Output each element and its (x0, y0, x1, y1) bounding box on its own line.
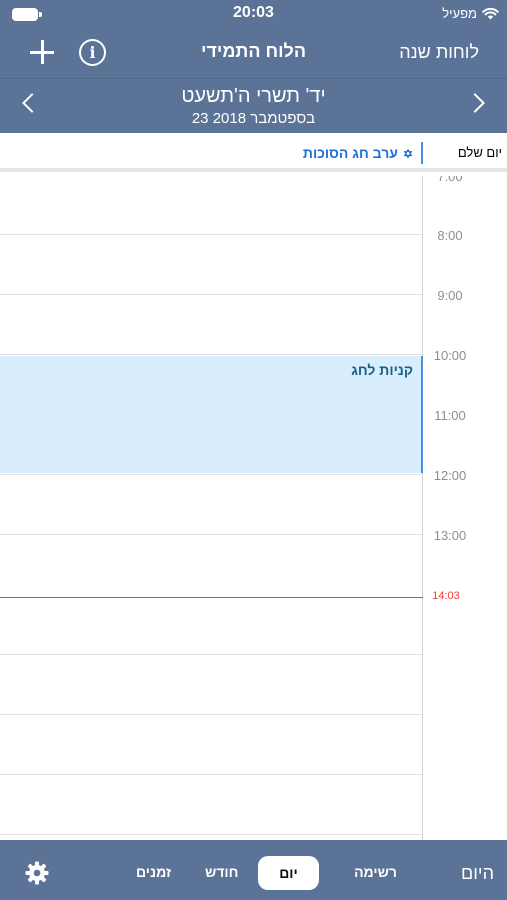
tab-times[interactable]: זמנים (136, 864, 171, 880)
gear-icon[interactable] (25, 861, 49, 885)
hour-label: 9:00 (437, 288, 463, 303)
hour-line (0, 234, 422, 235)
year-tables-button[interactable]: לוחות שנה (399, 42, 479, 63)
hour-label: 11:00 (434, 408, 466, 423)
current-time-line (0, 597, 423, 598)
app-header: 20:03 מפעיל i הלוח התמידי לוחות שנה יד' … (0, 0, 507, 133)
holiday-event[interactable]: ✡ ערב חג הסוכות (303, 145, 413, 161)
navigation-bar: i הלוח התמידי לוחות שנה (0, 28, 507, 78)
time-gutter-divider (422, 176, 423, 840)
hour-label: 7:00 (437, 176, 463, 184)
calendar-event[interactable]: קניות לחג (0, 356, 423, 473)
hour-line (0, 354, 422, 355)
hour-line (0, 474, 422, 475)
hour-line (0, 834, 422, 835)
all-day-divider (421, 142, 423, 164)
status-time: 20:03 (233, 4, 274, 21)
hour-label: 10:00 (433, 348, 467, 363)
tab-month[interactable]: חודש (205, 864, 238, 880)
date-bar: יד' תשרי ה'תשעט 23 בספטמבר 2018 (0, 78, 507, 133)
holiday-label: ערב חג הסוכות (302, 145, 398, 161)
hour-line (0, 654, 422, 655)
all-day-label: יום שלם (457, 145, 502, 160)
event-title: קניות לחג (351, 362, 413, 378)
hour-label: 12:00 (433, 468, 467, 483)
gregorian-date: 23 בספטמבר 2018 (191, 110, 316, 127)
hour-line (0, 294, 422, 295)
star-of-david-icon: ✡ (402, 147, 413, 161)
hour-label: 13:00 (433, 528, 467, 543)
today-button[interactable]: היום (461, 863, 494, 884)
bottom-toolbar: זמנים חודש יום רשימה היום (0, 840, 507, 900)
hour-line (0, 774, 422, 775)
hour-line (0, 714, 422, 715)
carrier-label: מפעיל (442, 6, 477, 21)
tab-day[interactable]: יום (258, 856, 319, 890)
hour-line (0, 534, 422, 535)
status-bar: 20:03 מפעיל (0, 0, 507, 28)
hour-label: 8:00 (437, 228, 463, 243)
carrier-status: מפעיל (442, 6, 499, 21)
wifi-icon (482, 7, 499, 20)
tab-list[interactable]: רשימה (354, 864, 397, 880)
day-timeline[interactable]: 7:00 8:00 9:00 10:00 11:00 12:00 13:00 ק… (0, 176, 507, 840)
hebrew-date: יד' תשרי ה'תשעט (181, 85, 326, 107)
all-day-row: ✡ ערב חג הסוכות יום שלם (0, 133, 507, 172)
current-time-label: 14:03 (432, 590, 460, 602)
